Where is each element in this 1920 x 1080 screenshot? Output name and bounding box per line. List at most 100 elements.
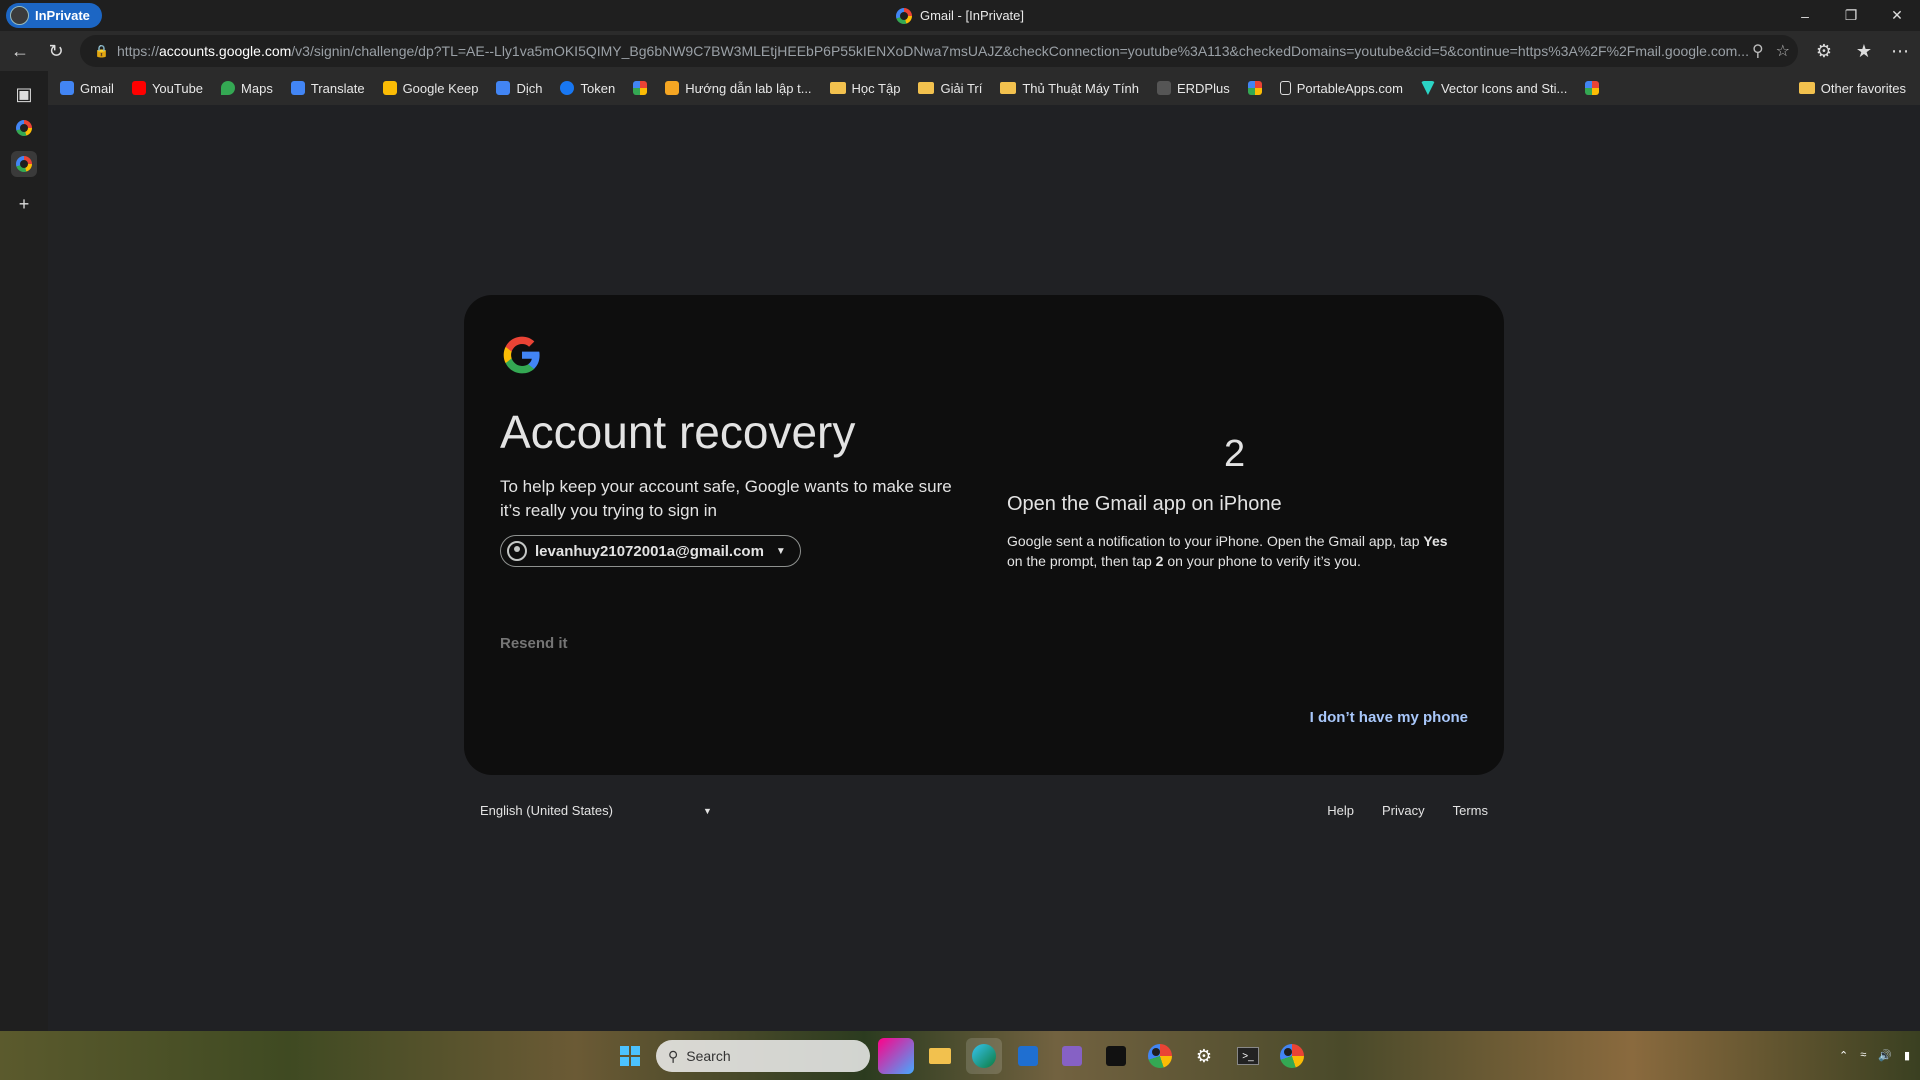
- chrome-logo: [1280, 1044, 1304, 1068]
- tab-google-2-active[interactable]: [11, 151, 37, 177]
- youtube-icon: [131, 81, 146, 95]
- gmail-icon: [60, 81, 74, 95]
- bookmark-google-keep[interactable]: Google Keep: [382, 80, 479, 96]
- store-icon[interactable]: [1010, 1038, 1046, 1074]
- edge-icon[interactable]: [966, 1038, 1002, 1074]
- favorites-icon[interactable]: ★: [1850, 37, 1878, 65]
- account-email: levanhuy21072001a@gmail.com: [535, 542, 764, 560]
- bookmark-translate[interactable]: Translate: [290, 80, 365, 96]
- bookmark-token[interactable]: Token: [560, 81, 615, 96]
- more-menu-icon[interactable]: ⋯: [1886, 37, 1914, 65]
- language-selector[interactable]: English (United States) ▼: [480, 803, 712, 818]
- open-desc-yes: Yes: [1423, 533, 1448, 549]
- other-favorites-label: Other favorites: [1820, 80, 1906, 96]
- chevron-down-icon: ▼: [775, 545, 786, 557]
- bookmark-pinwheel-1[interactable]: [633, 81, 648, 95]
- translate-icon: [290, 81, 305, 95]
- new-tab-icon[interactable]: +: [11, 191, 37, 217]
- extensions-icon[interactable]: ⚙: [1810, 37, 1838, 65]
- title-bar: InPrivate Gmail - [InPrivate] – ❐ ✕: [0, 0, 1920, 31]
- bookmark-youtube[interactable]: YouTube: [131, 81, 203, 96]
- app-logo: [1106, 1046, 1126, 1066]
- tab-actions-icon[interactable]: ▣: [11, 81, 37, 107]
- bookmark-portableapps[interactable]: PortableApps.com: [1279, 80, 1403, 96]
- settings-icon[interactable]: ⚙: [1186, 1038, 1222, 1074]
- address-bar[interactable]: 🔒 https://accounts.google.com/v3/signin/…: [80, 35, 1798, 67]
- terms-link[interactable]: Terms: [1453, 803, 1488, 818]
- store-logo: [1018, 1046, 1038, 1066]
- bookmark-maps[interactable]: Maps: [221, 81, 273, 96]
- file-explorer-icon[interactable]: [922, 1038, 958, 1074]
- bookmark-folder-hoc-tap[interactable]: Học Tập: [829, 80, 901, 96]
- help-link[interactable]: Help: [1327, 803, 1354, 818]
- bookmarks-bar: Gmail YouTube Maps Translate Google Keep…: [48, 71, 1920, 105]
- taskbar-search[interactable]: ⚲ Search: [656, 1040, 870, 1072]
- google-logo-icon: [503, 336, 540, 374]
- bookmark-folder-giai-tri[interactable]: Giải Trí: [918, 81, 982, 96]
- bookmark-label: Học Tập: [851, 80, 901, 96]
- key-icon[interactable]: ⚲: [1752, 41, 1764, 61]
- back-icon[interactable]: ←: [6, 37, 34, 65]
- visual-studio-icon[interactable]: [1054, 1038, 1090, 1074]
- vector-icon: [1420, 81, 1435, 95]
- minimize-icon[interactable]: –: [1782, 0, 1828, 31]
- navigation-bar: ← ↻ 🔒 https://accounts.google.com/v3/sig…: [0, 31, 1920, 71]
- inprivate-badge[interactable]: InPrivate: [6, 3, 102, 28]
- bookmark-label: Google Keep: [402, 80, 479, 96]
- start-icon[interactable]: [612, 1038, 648, 1074]
- favorite-star-icon[interactable]: ☆: [1776, 41, 1790, 61]
- bookmark-huong-dan-lab[interactable]: Hướng dẫn lab lập t...: [665, 81, 812, 96]
- language-label: English (United States): [480, 803, 613, 818]
- profile-avatar: [10, 6, 29, 25]
- tab-google-1[interactable]: [11, 115, 37, 141]
- bookmark-erdplus[interactable]: ERDPlus: [1156, 80, 1230, 96]
- er-icon: [1156, 81, 1171, 95]
- copilot-icon[interactable]: [878, 1038, 914, 1074]
- volume-icon[interactable]: 🔊: [1878, 1049, 1892, 1062]
- folder-icon: [1000, 82, 1017, 94]
- bookmark-pinwheel-3[interactable]: [1585, 81, 1600, 95]
- other-favorites[interactable]: Other favorites: [1798, 71, 1906, 105]
- pinwheel-icon: [633, 81, 648, 95]
- app-icon[interactable]: [1098, 1038, 1134, 1074]
- account-chip[interactable]: levanhuy21072001a@gmail.com ▼: [500, 535, 801, 567]
- bookmark-label: Translate: [310, 80, 365, 96]
- folder-icon: [929, 1048, 951, 1064]
- maps-icon: [221, 81, 236, 95]
- restore-icon[interactable]: ❐: [1828, 0, 1874, 31]
- chevron-up-icon[interactable]: ⌃: [1839, 1049, 1848, 1062]
- bookmark-pinwheel-2[interactable]: [1247, 81, 1262, 95]
- chrome-icon[interactable]: [1142, 1038, 1178, 1074]
- bookmark-label: Giải Trí: [940, 80, 983, 96]
- close-icon[interactable]: ✕: [1874, 0, 1920, 31]
- taskbar-apps: ⚲ Search ⚙ >_: [612, 1037, 1310, 1075]
- system-tray: ⌃ ≈ 🔊 ▮: [1839, 1039, 1910, 1071]
- chrome-icon-2[interactable]: [1274, 1038, 1310, 1074]
- terminal-icon[interactable]: >_: [1230, 1038, 1266, 1074]
- account-recovery-card: Account recovery To help keep your accou…: [464, 295, 1504, 775]
- search-icon: ⚲: [668, 1047, 679, 1064]
- wifi-icon[interactable]: ≈: [1860, 1049, 1866, 1061]
- privacy-link[interactable]: Privacy: [1382, 803, 1425, 818]
- bookmark-label: PortableApps.com: [1296, 80, 1403, 96]
- resend-link[interactable]: Resend it: [500, 635, 568, 652]
- bookmark-folder-thu-thuat[interactable]: Thủ Thuật Máy Tính: [1000, 81, 1139, 96]
- battery-icon[interactable]: ▮: [1904, 1049, 1910, 1062]
- bookmark-label: ERDPlus: [1176, 80, 1230, 96]
- taskbar: ⚲ Search ⚙ >_ ⌃ ≈ 🔊 ▮: [0, 1031, 1920, 1080]
- a-icon: [665, 81, 680, 95]
- refresh-icon[interactable]: ↻: [42, 37, 70, 65]
- no-phone-link[interactable]: I don’t have my phone: [1310, 709, 1468, 726]
- url-scheme: https://: [116, 43, 159, 59]
- chevron-down-icon: ▼: [702, 805, 712, 816]
- bookmark-vector-icons[interactable]: Vector Icons and Sti...: [1420, 80, 1568, 96]
- bookmark-label: Token: [580, 80, 616, 96]
- vertical-tabs: ▣ +: [0, 71, 48, 1031]
- bookmark-label: Thủ Thuật Máy Tính: [1022, 80, 1139, 96]
- bookmark-label: Vector Icons and Sti...: [1440, 80, 1568, 96]
- bookmark-dich[interactable]: Dịch: [496, 81, 542, 96]
- bookmark-gmail[interactable]: Gmail: [60, 81, 114, 96]
- bookmark-label: Maps: [241, 80, 273, 96]
- open-desc-part: on the prompt, then tap: [1007, 553, 1156, 569]
- pinwheel-icon: [1247, 81, 1262, 95]
